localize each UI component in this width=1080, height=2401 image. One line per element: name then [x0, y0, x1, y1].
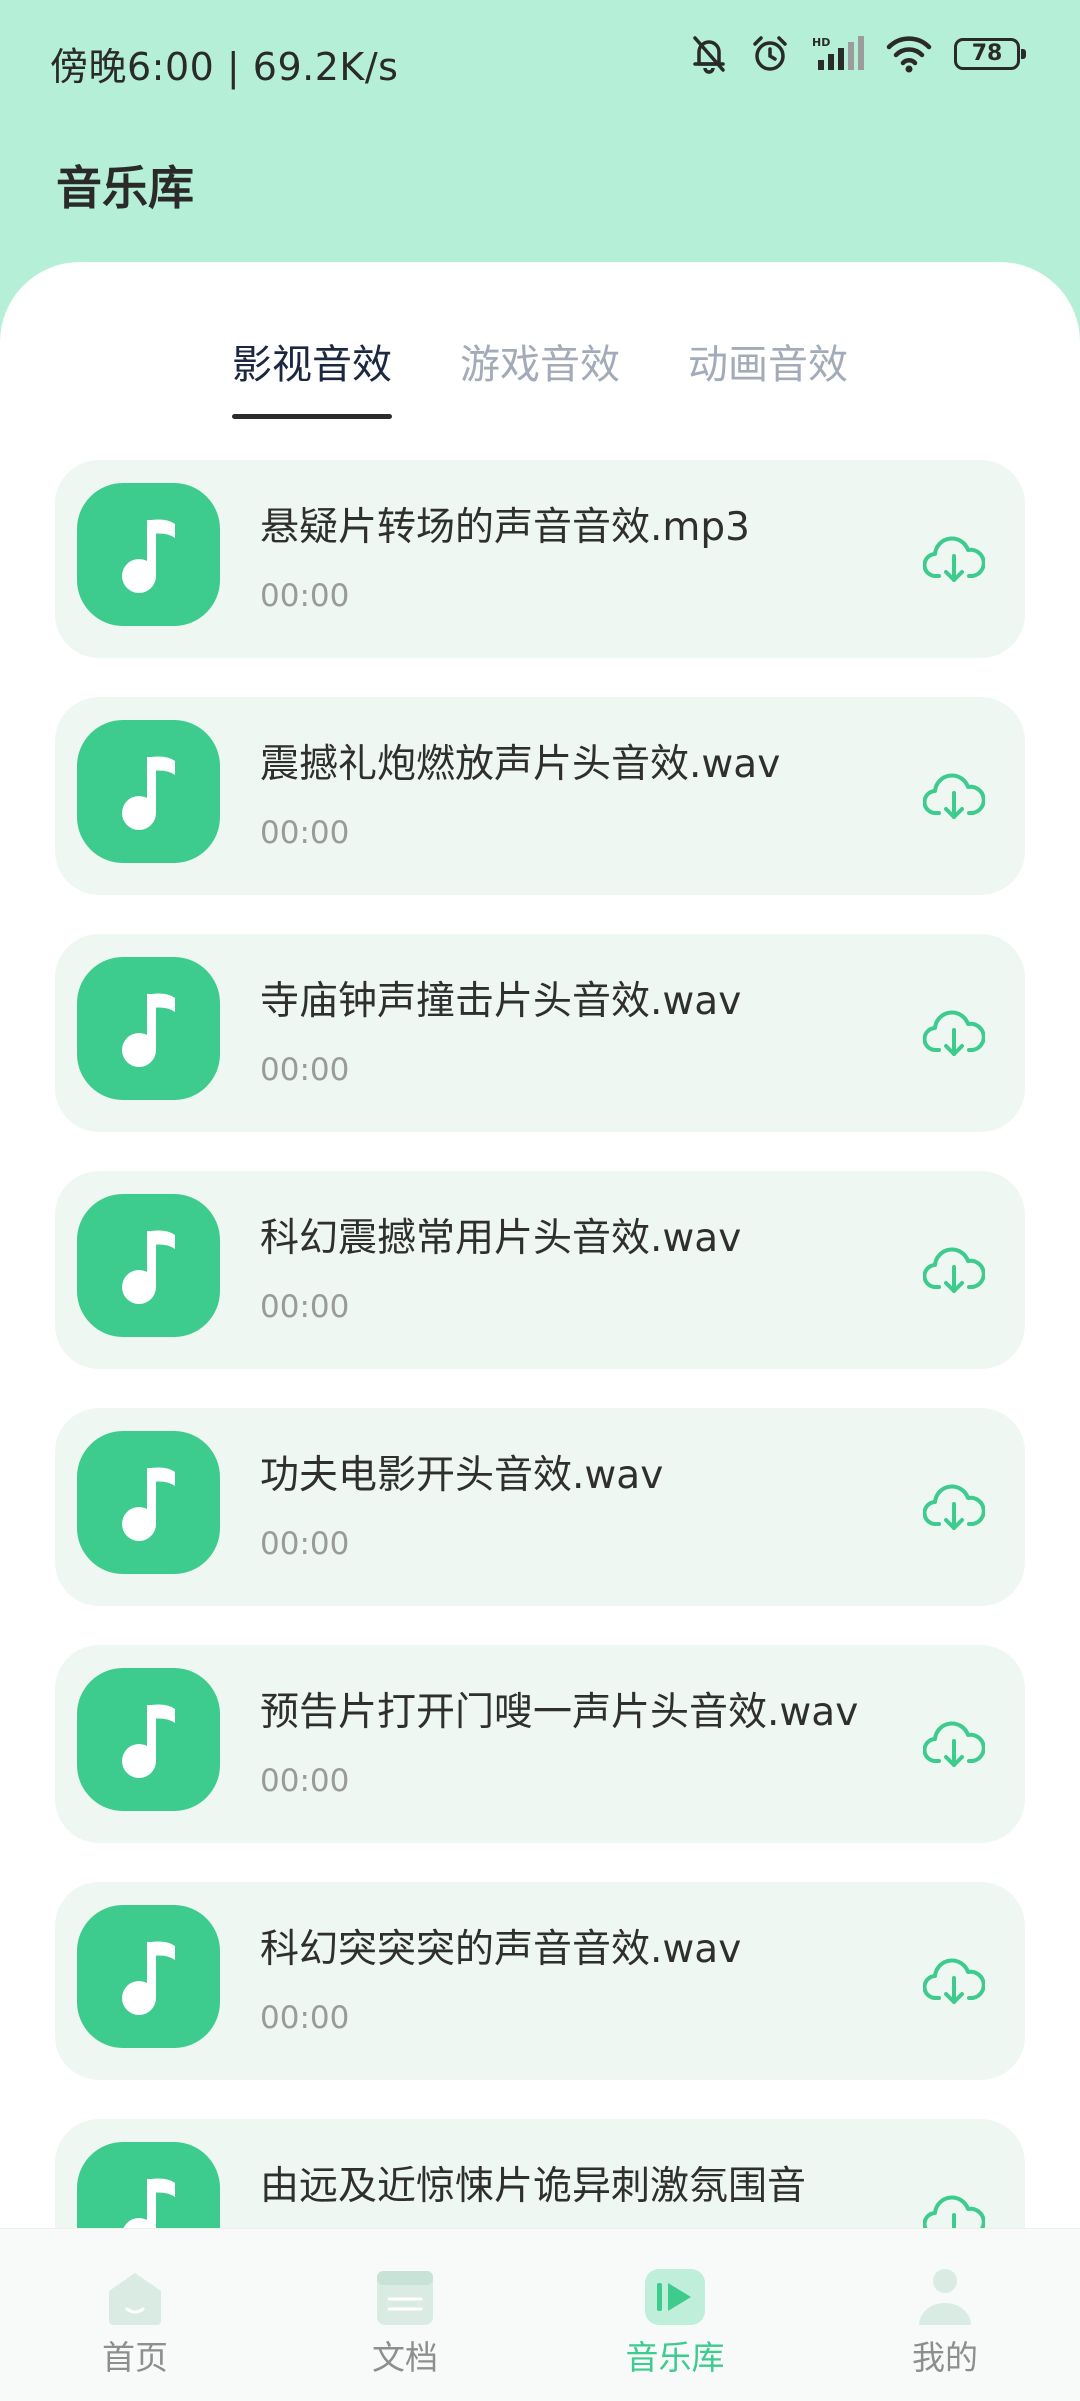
- nav-item-music-library[interactable]: 音乐库: [540, 2229, 810, 2401]
- cloud-download-icon[interactable]: [923, 532, 985, 588]
- document-icon: [377, 2271, 433, 2325]
- cloud-download-icon[interactable]: [923, 769, 985, 825]
- music-note-icon: [77, 957, 220, 1100]
- list-item[interactable]: 寺庙钟声撞击片头音效.wav 00:00: [55, 934, 1025, 1132]
- nav-item-documents[interactable]: 文档: [270, 2229, 540, 2401]
- item-duration: 00:00: [260, 1763, 350, 1799]
- item-title: 悬疑片转场的声音音效.mp3: [260, 505, 750, 550]
- sound-list: 悬疑片转场的声音音效.mp3 00:00 震撼礼炮燃放声片头音效.wav 00:00 寺…: [55, 460, 1025, 2356]
- content-sheet: 影视音效 游戏音效 动画音效 悬疑片转场的声音音效.mp3 00:00 震撼礼炮燃放…: [0, 262, 1080, 2317]
- item-title: 震撼礼炮燃放声片头音效.wav: [260, 742, 781, 787]
- bottom-nav: 首页 文档 音乐库 我的: [0, 2228, 1080, 2401]
- item-duration: 00:00: [260, 578, 350, 614]
- music-library-icon: [645, 2269, 705, 2325]
- music-note-icon: [77, 483, 220, 626]
- status-icons: HD 78: [690, 34, 1026, 74]
- item-duration: 00:00: [260, 2000, 350, 2036]
- music-note-icon: [77, 1905, 220, 2048]
- item-duration: 00:00: [260, 1289, 350, 1325]
- category-tabs: 影视音效 游戏音效 动画音效: [0, 332, 1080, 422]
- list-item[interactable]: 功夫电影开头音效.wav 00:00: [55, 1408, 1025, 1606]
- wifi-icon: [886, 36, 932, 73]
- item-duration: 00:00: [260, 815, 350, 851]
- nav-item-home[interactable]: 首页: [0, 2229, 270, 2401]
- profile-icon: [919, 2269, 971, 2325]
- music-note-icon: [77, 1431, 220, 1574]
- list-item[interactable]: 悬疑片转场的声音音效.mp3 00:00: [55, 460, 1025, 658]
- music-note-icon: [77, 720, 220, 863]
- item-title: 由远及近惊悚片诡异刺激氛围音: [260, 2164, 807, 2209]
- cloud-download-icon[interactable]: [923, 1717, 985, 1773]
- status-time-speed: 傍晚6:00 | 69.2K/s: [50, 45, 399, 89]
- nav-label-profile: 我的: [912, 2338, 978, 2377]
- list-item[interactable]: 预告片打开门嗖一声片头音效.wav 00:00: [55, 1645, 1025, 1843]
- list-item[interactable]: 震撼礼炮燃放声片头音效.wav 00:00: [55, 697, 1025, 895]
- cloud-download-icon[interactable]: [923, 1243, 985, 1299]
- item-duration: 00:00: [260, 1526, 350, 1562]
- status-bar: 傍晚6:00 | 69.2K/s HD 78: [0, 0, 1080, 120]
- nav-item-profile[interactable]: 我的: [810, 2229, 1080, 2401]
- music-note-icon: [77, 1194, 220, 1337]
- home-icon: [109, 2273, 161, 2325]
- item-title: 科幻突突突的声音音效.wav: [260, 1927, 742, 1972]
- item-title: 功夫电影开头音效.wav: [260, 1453, 664, 1498]
- nav-label-documents: 文档: [372, 2338, 438, 2377]
- alarm-icon: [753, 36, 787, 71]
- item-duration: 00:00: [260, 1052, 350, 1088]
- cloud-download-icon[interactable]: [923, 1006, 985, 1062]
- cloud-download-icon[interactable]: [923, 1954, 985, 2010]
- list-item[interactable]: 科幻突突突的声音音效.wav 00:00: [55, 1882, 1025, 2080]
- cloud-download-icon[interactable]: [923, 1480, 985, 1536]
- svg-text:HD: HD: [812, 36, 830, 49]
- hd-signal-icon: HD: [812, 36, 864, 70]
- battery-icon: 78: [954, 38, 1026, 70]
- nav-label-home: 首页: [102, 2338, 168, 2377]
- item-title: 科幻震撼常用片头音效.wav: [260, 1216, 742, 1261]
- battery-level: 78: [971, 41, 1003, 66]
- list-item[interactable]: 科幻震撼常用片头音效.wav 00:00: [55, 1171, 1025, 1369]
- bell-muted-icon: [693, 36, 725, 74]
- page-title: 音乐库: [56, 161, 194, 215]
- tab-film-effects[interactable]: 影视音效: [232, 332, 392, 422]
- item-title: 预告片打开门嗖一声片头音效.wav: [260, 1690, 859, 1735]
- music-note-icon: [77, 1668, 220, 1811]
- nav-label-music-library: 音乐库: [625, 2338, 725, 2377]
- item-title: 寺庙钟声撞击片头音效.wav: [260, 979, 742, 1024]
- tab-game-effects[interactable]: 游戏音效: [460, 332, 620, 422]
- tab-animation-effects[interactable]: 动画音效: [688, 332, 848, 422]
